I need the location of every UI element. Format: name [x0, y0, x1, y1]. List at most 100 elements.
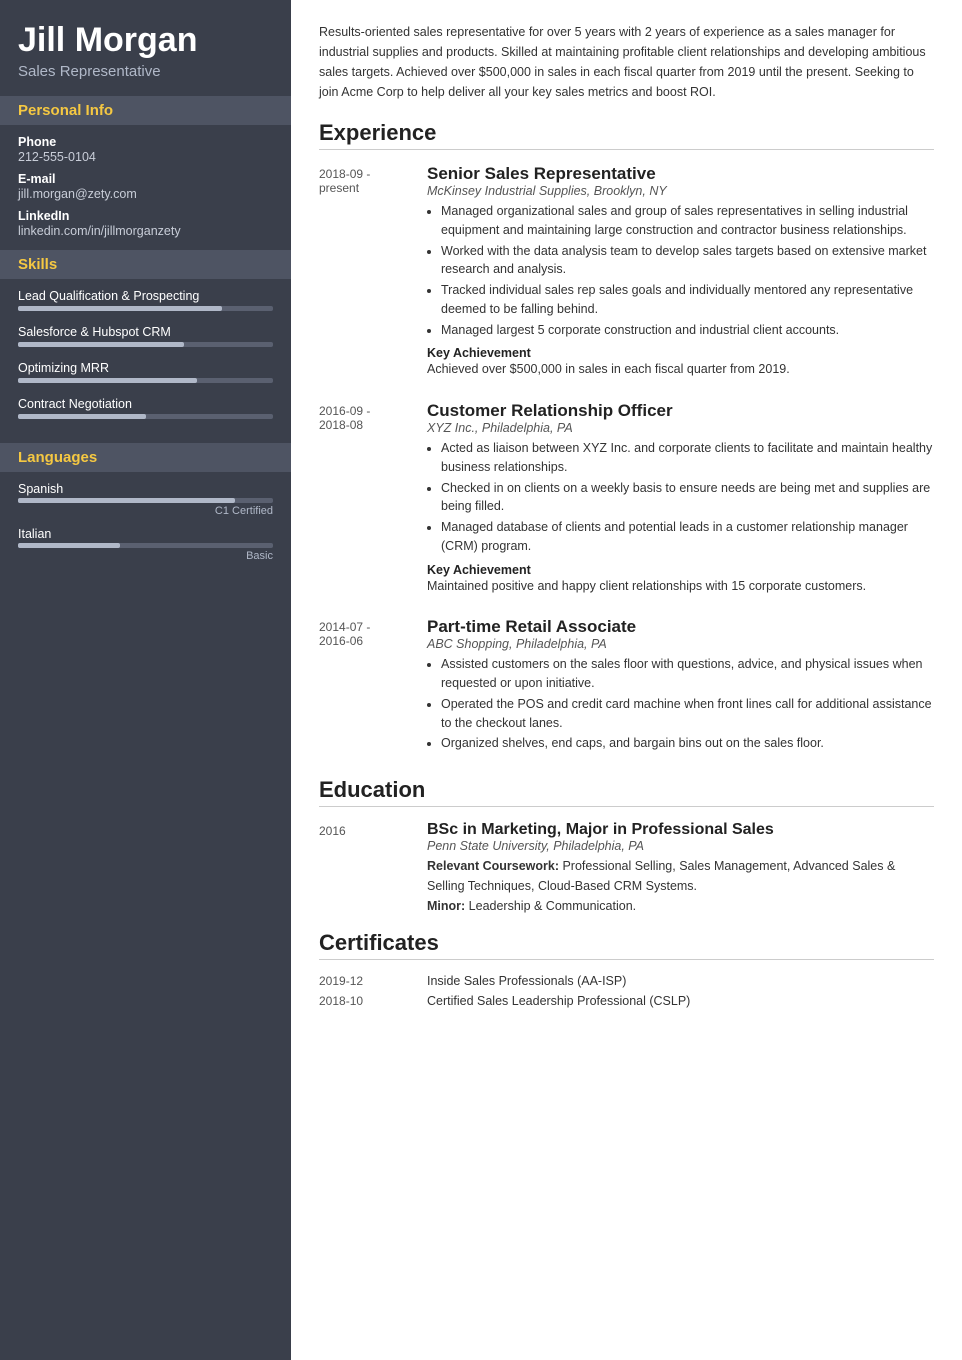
sidebar-header: Jill Morgan Sales Representative — [0, 0, 291, 96]
achievement-text-0: Achieved over $500,000 in sales in each … — [427, 360, 934, 379]
lang-level-0: C1 Certified — [18, 505, 273, 517]
lang-name-0: Spanish — [18, 482, 273, 496]
languages-section: Languages Spanish C1 Certified Italian B… — [0, 443, 291, 582]
edu-0-degree: BSc in Marketing, Major in Professional … — [427, 821, 934, 839]
minor-label: Minor: — [427, 899, 465, 913]
job-2-title: Part-time Retail Associate — [427, 617, 934, 637]
skill-bar-bg-3 — [18, 414, 273, 419]
skill-bar-fill-3 — [18, 414, 146, 419]
skill-name-2: Optimizing MRR — [18, 361, 273, 375]
lang-bar-bg-0 — [18, 498, 273, 503]
skill-bar-bg-2 — [18, 378, 273, 383]
lang-level-1: Basic — [18, 550, 273, 562]
coursework-label: Relevant Coursework: — [427, 859, 559, 873]
skill-name-3: Contract Negotiation — [18, 397, 273, 411]
sidebar: Jill Morgan Sales Representative Persona… — [0, 0, 291, 1360]
skill-bar-fill-1 — [18, 342, 184, 347]
job-2: 2014-07 -2016-06 Part-time Retail Associ… — [319, 617, 934, 759]
cert-0-date: 2019-12 — [319, 974, 409, 988]
cert-0-name: Inside Sales Professionals (AA-ISP) — [427, 974, 626, 988]
cert-1-name: Certified Sales Leadership Professional … — [427, 994, 690, 1008]
achievement-text-1: Maintained positive and happy client rel… — [427, 577, 934, 596]
lang-spanish: Spanish C1 Certified — [18, 482, 273, 517]
personal-info-heading: Personal Info — [0, 96, 291, 125]
lang-bar-bg-1 — [18, 543, 273, 548]
minor-text: Leadership & Communication. — [469, 899, 636, 913]
skills-section: Skills Lead Qualification & Prospecting … — [0, 250, 291, 443]
bullet-item: Assisted customers on the sales floor wi… — [441, 655, 934, 693]
linkedin-field: LinkedIn linkedin.com/in/jillmorganzety — [18, 209, 273, 238]
bullet-item: Organized shelves, end caps, and bargain… — [441, 734, 934, 753]
certificates-heading: Certificates — [319, 930, 934, 960]
education-section: Education 2016 BSc in Marketing, Major i… — [319, 777, 934, 916]
skill-bar-bg-1 — [18, 342, 273, 347]
email-value: jill.morgan@zety.com — [18, 187, 273, 201]
skill-mrr: Optimizing MRR — [18, 361, 273, 383]
languages-heading: Languages — [0, 443, 291, 472]
job-2-bullets: Assisted customers on the sales floor wi… — [441, 655, 934, 753]
skill-name-1: Salesforce & Hubspot CRM — [18, 325, 273, 339]
edu-0-coursework: Relevant Coursework: Professional Sellin… — [427, 856, 934, 896]
job-0-company: McKinsey Industrial Supplies, Brooklyn, … — [427, 184, 934, 198]
bullet-item: Operated the POS and credit card machine… — [441, 695, 934, 733]
cert-1: 2018-10 Certified Sales Leadership Profe… — [319, 994, 934, 1008]
lang-bar-fill-0 — [18, 498, 235, 503]
job-2-company: ABC Shopping, Philadelphia, PA — [427, 637, 934, 651]
job-0-date: 2018-09 -present — [319, 164, 409, 383]
cert-1-date: 2018-10 — [319, 994, 409, 1008]
education-heading: Education — [319, 777, 934, 807]
linkedin-value: linkedin.com/in/jillmorganzety — [18, 224, 273, 238]
lang-italian: Italian Basic — [18, 527, 273, 562]
phone-field: Phone 212-555-0104 — [18, 135, 273, 164]
job-1-bullets: Acted as liaison between XYZ Inc. and co… — [441, 439, 934, 556]
phone-label: Phone — [18, 135, 273, 149]
bullet-item: Worked with the data analysis team to de… — [441, 242, 934, 280]
lang-bar-fill-1 — [18, 543, 120, 548]
job-0-bullets: Managed organizational sales and group o… — [441, 202, 934, 339]
job-1-content: Customer Relationship Officer XYZ Inc., … — [427, 401, 934, 599]
edu-0-school: Penn State University, Philadelphia, PA — [427, 839, 934, 853]
bullet-item: Managed organizational sales and group o… — [441, 202, 934, 240]
lang-name-1: Italian — [18, 527, 273, 541]
email-field: E-mail jill.morgan@zety.com — [18, 172, 273, 201]
job-1-title: Customer Relationship Officer — [427, 401, 934, 421]
skills-heading: Skills — [0, 250, 291, 279]
skill-name-0: Lead Qualification & Prospecting — [18, 289, 273, 303]
job-0: 2018-09 -present Senior Sales Representa… — [319, 164, 934, 383]
job-1: 2016-09 -2018-08 Customer Relationship O… — [319, 401, 934, 599]
edu-0-date: 2016 — [319, 821, 409, 916]
skill-bar-fill-0 — [18, 306, 222, 311]
summary-text: Results-oriented sales representative fo… — [319, 22, 934, 102]
edu-0-minor: Minor: Leadership & Communication. — [427, 896, 934, 916]
experience-heading: Experience — [319, 120, 934, 150]
bullet-item: Managed database of clients and potentia… — [441, 518, 934, 556]
cert-0: 2019-12 Inside Sales Professionals (AA-I… — [319, 974, 934, 988]
linkedin-label: LinkedIn — [18, 209, 273, 223]
candidate-name: Jill Morgan — [18, 22, 273, 59]
bullet-item: Tracked individual sales rep sales goals… — [441, 281, 934, 319]
job-2-content: Part-time Retail Associate ABC Shopping,… — [427, 617, 934, 759]
bullet-item: Managed largest 5 corporate construction… — [441, 321, 934, 340]
job-0-content: Senior Sales Representative McKinsey Ind… — [427, 164, 934, 383]
personal-info-section: Personal Info Phone 212-555-0104 E-mail … — [0, 96, 291, 250]
skill-salesforce: Salesforce & Hubspot CRM — [18, 325, 273, 347]
phone-value: 212-555-0104 — [18, 150, 273, 164]
edu-0: 2016 BSc in Marketing, Major in Professi… — [319, 821, 934, 916]
skill-bar-fill-2 — [18, 378, 197, 383]
certificates-section: Certificates 2019-12 Inside Sales Profes… — [319, 930, 934, 1008]
job-1-date: 2016-09 -2018-08 — [319, 401, 409, 599]
edu-0-content: BSc in Marketing, Major in Professional … — [427, 821, 934, 916]
job-2-date: 2014-07 -2016-06 — [319, 617, 409, 759]
skill-bar-bg-0 — [18, 306, 273, 311]
skill-contract: Contract Negotiation — [18, 397, 273, 419]
main-content: Results-oriented sales representative fo… — [291, 0, 962, 1360]
job-1-company: XYZ Inc., Philadelphia, PA — [427, 421, 934, 435]
bullet-item: Acted as liaison between XYZ Inc. and co… — [441, 439, 934, 477]
email-label: E-mail — [18, 172, 273, 186]
achievement-label-1: Key Achievement — [427, 563, 531, 577]
achievement-label-0: Key Achievement — [427, 346, 531, 360]
job-0-title: Senior Sales Representative — [427, 164, 934, 184]
skill-lead-qual: Lead Qualification & Prospecting — [18, 289, 273, 311]
experience-section: Experience 2018-09 -present Senior Sales… — [319, 120, 934, 759]
candidate-title: Sales Representative — [18, 63, 273, 80]
